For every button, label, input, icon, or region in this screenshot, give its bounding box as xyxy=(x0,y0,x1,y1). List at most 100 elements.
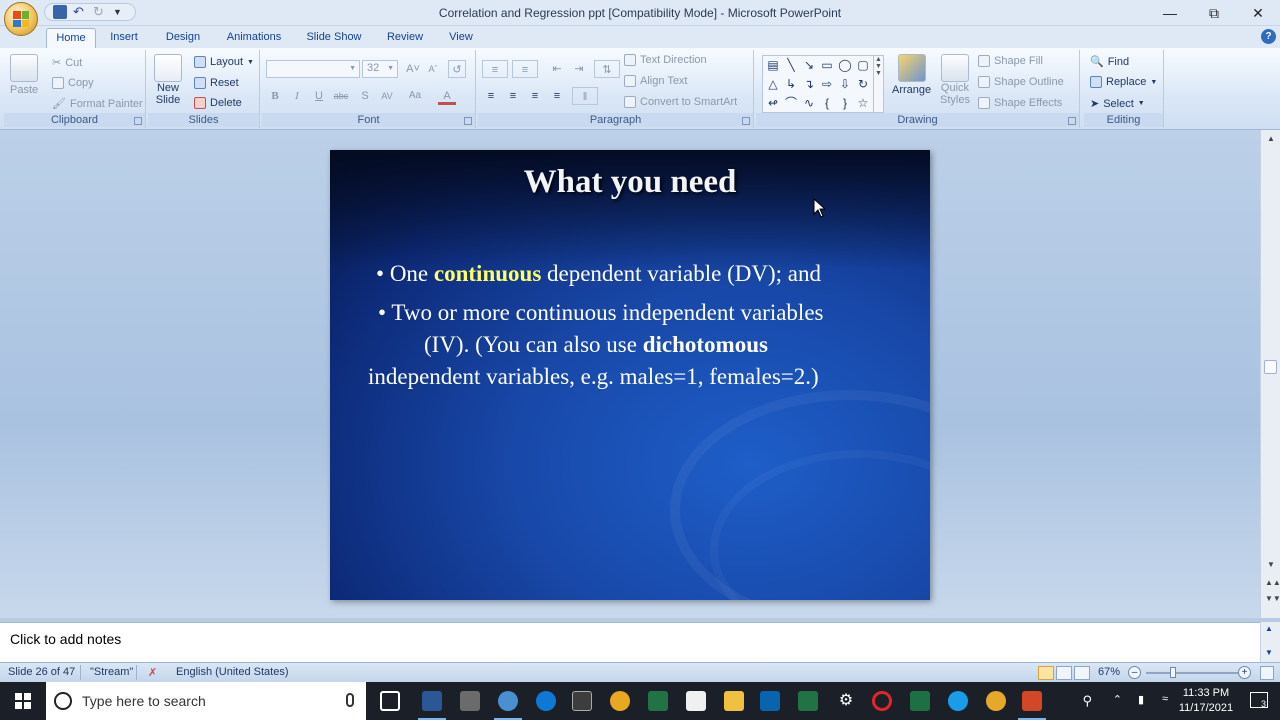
grow-font-icon[interactable]: A˅ xyxy=(404,60,422,78)
vpn-icon[interactable] xyxy=(986,691,1006,711)
chevron-up-icon[interactable]: ⌃ xyxy=(1113,693,1122,706)
right-brace-shape-icon[interactable]: } xyxy=(837,96,853,110)
textbox-shape-icon[interactable]: ▤ xyxy=(765,58,781,72)
office-button[interactable] xyxy=(4,2,38,36)
star-shape-icon[interactable]: ☆ xyxy=(855,96,871,110)
chrome-icon[interactable] xyxy=(610,691,630,711)
word-app-icon[interactable] xyxy=(418,691,446,720)
font-size-combo[interactable]: 32 ▼ xyxy=(362,60,398,78)
font-name-combo[interactable]: ▼ xyxy=(266,60,360,78)
wifi-icon[interactable]: ≈ xyxy=(1162,693,1168,705)
line-spacing-icon[interactable]: ⇅ xyxy=(594,60,620,78)
align-right-icon[interactable]: ≡ xyxy=(526,87,544,105)
rectangle-shape-icon[interactable]: ▭ xyxy=(819,58,835,72)
oval-shape-icon[interactable]: ◯ xyxy=(837,58,853,72)
left-brace-shape-icon[interactable]: { xyxy=(819,96,835,110)
notes-pane[interactable]: Click to add notes xyxy=(0,622,1260,662)
folder-icon[interactable] xyxy=(724,691,744,711)
tab-slide-show[interactable]: Slide Show xyxy=(302,28,366,48)
shape-effects-button[interactable]: Shape Effects xyxy=(978,97,1062,109)
tab-insert[interactable]: Insert xyxy=(104,28,144,48)
start-button[interactable] xyxy=(0,682,46,720)
tab-home[interactable]: Home xyxy=(46,28,96,48)
task-view-icon[interactable] xyxy=(380,691,400,711)
bold-icon[interactable]: B xyxy=(266,87,284,105)
people-icon[interactable]: ⚲ xyxy=(1082,693,1092,709)
clear-formatting-icon[interactable]: ↺ xyxy=(448,60,466,78)
close-icon[interactable]: ✕ xyxy=(1236,0,1280,26)
slide-bullet-2-line-2[interactable]: (IV). (You can also use dichotomous xyxy=(424,329,904,361)
right-arrow-shape-icon[interactable]: ⇨ xyxy=(819,77,835,91)
notes-scrollbar[interactable]: ▲ ▼ xyxy=(1260,622,1280,662)
opera-icon[interactable] xyxy=(872,691,892,711)
document-icon[interactable] xyxy=(686,691,706,711)
tab-view[interactable]: View xyxy=(444,28,478,48)
mail-icon[interactable] xyxy=(760,691,780,711)
scroll-up-icon[interactable]: ▲ xyxy=(1265,134,1277,146)
zoom-out-icon[interactable]: – xyxy=(1128,666,1141,679)
excel-icon[interactable] xyxy=(910,691,930,711)
shadow-icon[interactable]: S xyxy=(356,87,374,105)
scroll-down-icon[interactable]: ▼ xyxy=(1265,560,1277,572)
microphone-icon[interactable] xyxy=(346,693,354,707)
tab-animations[interactable]: Animations xyxy=(222,28,286,48)
arrow-line-shape-icon[interactable]: ↘ xyxy=(801,58,817,72)
spelling-check-icon[interactable]: ✗ xyxy=(148,666,157,679)
character-spacing-icon[interactable]: AV xyxy=(378,87,396,105)
shapes-gallery[interactable]: ▤ ╲ ↘ ▭ ◯ ▢ △ ↳ ↴ ⇨ ⇩ ↻ ↫ ⌒ ∿ { } ☆ ▲ ▼ ▼ xyxy=(762,55,884,113)
align-text-button[interactable]: Align Text xyxy=(624,75,688,87)
italic-icon[interactable]: I xyxy=(288,87,306,105)
scroll-down-icon[interactable]: ▼ xyxy=(1265,648,1273,657)
clipboard-launcher-icon[interactable] xyxy=(134,117,142,125)
zoom-level[interactable]: 67% xyxy=(1098,666,1120,678)
powerpoint-app-icon[interactable] xyxy=(1018,691,1046,720)
paragraph-launcher-icon[interactable] xyxy=(742,117,750,125)
numbering-icon[interactable]: ≡ xyxy=(512,60,538,78)
find-button[interactable]: 🔍 Find xyxy=(1090,55,1129,69)
notes-placeholder[interactable]: Click to add notes xyxy=(10,631,121,647)
battery-icon[interactable]: ▮ xyxy=(1138,693,1144,706)
line-shape-icon[interactable]: ╲ xyxy=(783,58,799,72)
store-icon[interactable] xyxy=(572,691,592,711)
tab-review[interactable]: Review xyxy=(382,28,428,48)
zoom-in-icon[interactable]: + xyxy=(1238,666,1251,679)
arrange-button[interactable]: Arrange xyxy=(892,54,931,96)
slide-title[interactable]: What you need xyxy=(330,164,930,201)
calculator-grid-icon[interactable] xyxy=(460,691,480,711)
slide-bullet-2-line-3[interactable]: independent variables, e.g. males=1, fem… xyxy=(368,361,908,393)
delete-button[interactable]: Delete xyxy=(194,97,242,109)
paste-button[interactable]: Paste xyxy=(10,54,38,96)
browser-globe-icon[interactable] xyxy=(494,691,522,720)
font-color-icon[interactable]: A xyxy=(438,87,456,105)
language-indicator[interactable]: English (United States) xyxy=(176,666,289,678)
settings-gear-icon[interactable]: ⚙ xyxy=(836,691,856,711)
underline-icon[interactable]: U xyxy=(310,87,328,105)
copy-button[interactable]: Copy xyxy=(52,77,94,89)
triangle-shape-icon[interactable]: △ xyxy=(765,77,781,91)
zoom-slider-handle[interactable] xyxy=(1170,667,1176,678)
replace-button[interactable]: Replace ▼ xyxy=(1090,76,1157,88)
scrollbar-thumb[interactable] xyxy=(1264,360,1277,374)
bullets-icon[interactable]: ≡ xyxy=(482,60,508,78)
slide-bullet-2-line-1[interactable]: • Two or more continuous independent var… xyxy=(378,297,898,329)
slide-bullet-1[interactable]: • One continuous dependent variable (DV)… xyxy=(376,258,916,290)
font-launcher-icon[interactable] xyxy=(464,117,472,125)
curve-shape-icon[interactable]: ∿ xyxy=(801,96,817,110)
minimize-icon[interactable]: — xyxy=(1148,0,1192,26)
arc-shape-icon[interactable]: ⌒ xyxy=(783,96,799,110)
scroll-up-icon[interactable]: ▲ xyxy=(1265,624,1273,633)
justify-icon[interactable]: ≡ xyxy=(548,87,566,105)
decrease-indent-icon[interactable]: ⇤ xyxy=(548,60,566,78)
freeform-shape-icon[interactable]: ↻ xyxy=(855,77,871,91)
vertical-scrollbar[interactable]: ▲ ▼ ▲▲ ▼▼ xyxy=(1260,130,1280,618)
new-slide-button[interactable]: New Slide xyxy=(154,54,182,106)
reset-button[interactable]: Reset xyxy=(194,77,239,89)
help-icon[interactable]: ? xyxy=(1261,29,1276,44)
rounded-rect-shape-icon[interactable]: ▢ xyxy=(855,58,871,72)
quick-styles-button[interactable]: Quick Styles xyxy=(940,54,970,106)
restore-icon[interactable]: ⧉ xyxy=(1192,0,1236,26)
text-direction-button[interactable]: Text Direction xyxy=(624,54,707,66)
change-case-icon[interactable]: Aa xyxy=(406,87,424,105)
skype-icon[interactable] xyxy=(948,691,968,711)
elbow-connector-shape-icon[interactable]: ↳ xyxy=(783,77,799,91)
